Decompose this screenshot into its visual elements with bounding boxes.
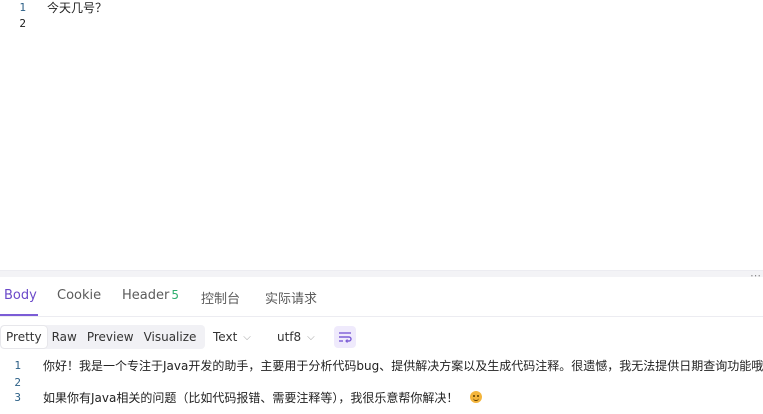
chevron-down-icon: ⌵ bbox=[307, 332, 315, 343]
chevron-down-icon: ⌵ bbox=[243, 332, 251, 343]
tab-label: Header bbox=[122, 288, 170, 303]
line-text: 如果你有Java相关的问题（比如代码报错、需要注释等），我很乐意帮你解决！ bbox=[43, 391, 459, 405]
response-tabs: Body Cookie Header 5 控制台 实际请求 bbox=[0, 278, 763, 317]
line-text[interactable]: 今天几号？ bbox=[47, 0, 107, 16]
tab-label: 控制台 bbox=[201, 292, 241, 307]
tab-header[interactable]: Header 5 bbox=[122, 288, 179, 303]
tab-body[interactable]: Body bbox=[4, 288, 37, 303]
encoding-select[interactable]: utf8 ⌵ bbox=[277, 330, 315, 344]
active-tab-indicator bbox=[0, 314, 38, 316]
line-number: 3 bbox=[14, 391, 21, 404]
wrap-lines-button[interactable] bbox=[334, 326, 356, 348]
format-select[interactable]: Text ⌵ bbox=[213, 330, 251, 344]
view-mode-switch: Pretty Raw Preview Visualize bbox=[0, 325, 206, 349]
format-select-value: Text bbox=[213, 330, 238, 344]
view-mode-visualize[interactable]: Visualize bbox=[139, 326, 202, 348]
tab-console[interactable]: 控制台 bbox=[201, 288, 240, 307]
header-count-badge: 5 bbox=[171, 288, 179, 302]
request-body-editor[interactable]: 1 今天几号？ 2 bbox=[0, 0, 763, 270]
tab-actual-request[interactable]: 实际请求 bbox=[265, 288, 317, 307]
wrap-lines-icon bbox=[339, 332, 352, 343]
smiling-face-icon bbox=[470, 391, 483, 403]
tab-label: Body bbox=[4, 288, 37, 303]
tab-label: Cookie bbox=[57, 288, 102, 303]
line-number: 1 bbox=[19, 1, 26, 14]
view-mode-raw[interactable]: Raw bbox=[47, 326, 82, 348]
tab-label: 实际请求 bbox=[265, 292, 318, 307]
line-number: 2 bbox=[19, 17, 26, 30]
line-number: 1 bbox=[14, 359, 21, 372]
view-mode-preview[interactable]: Preview bbox=[82, 326, 139, 348]
panel-resize-handle[interactable]: ⋯ bbox=[0, 269, 763, 282]
encoding-select-value: utf8 bbox=[277, 330, 302, 344]
tab-cookie[interactable]: Cookie bbox=[57, 288, 101, 303]
line-text-with-emoji: 如果你有Java相关的问题（比如代码报错、需要注释等），我很乐意帮你解决！ bbox=[43, 389, 483, 407]
view-mode-pretty[interactable]: Pretty bbox=[1, 326, 47, 348]
line-text: 你好！我是一个专注于Java开发的助手，主要用于分析代码bug、提供解决方案以及… bbox=[43, 359, 763, 373]
response-toolbar: Pretty Raw Preview Visualize Text ⌵ utf8 ⌵ bbox=[0, 322, 763, 352]
